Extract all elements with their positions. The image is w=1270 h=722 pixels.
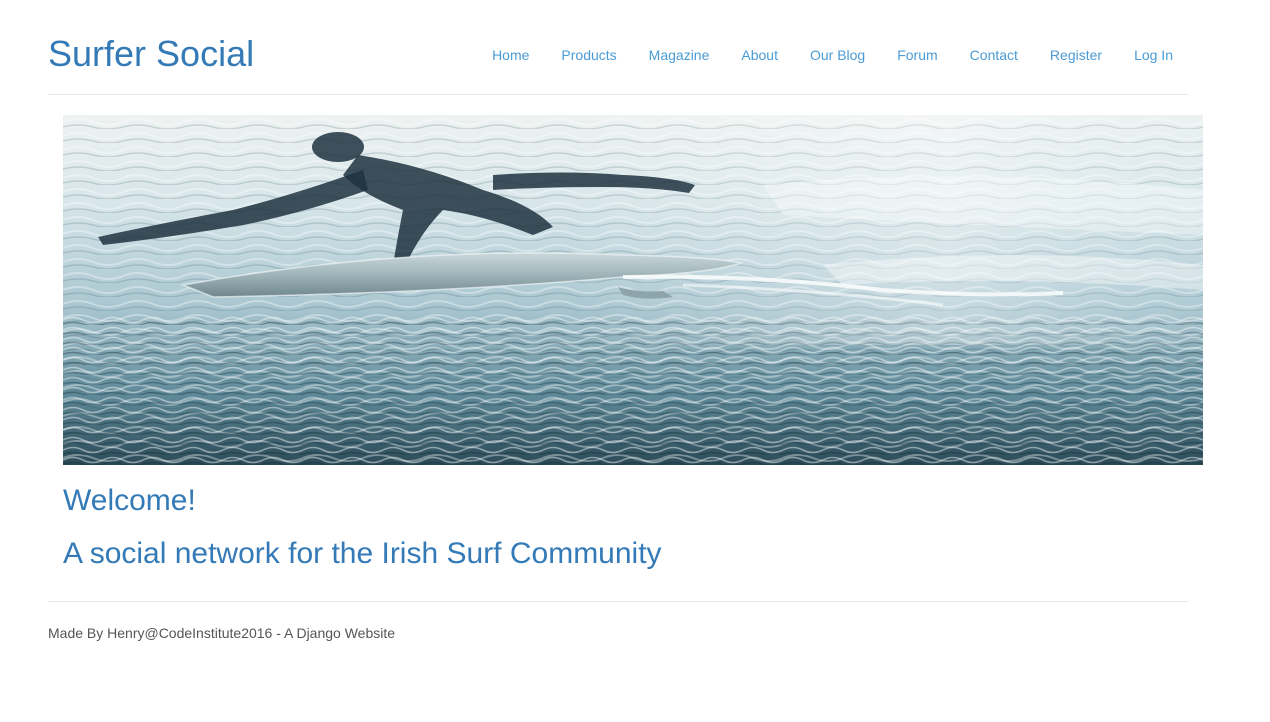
nav-item-magazine: Magazine: [633, 44, 726, 66]
nav-link-login[interactable]: Log In: [1118, 44, 1188, 66]
site-header: Surfer Social Home Products Magazine Abo…: [48, 0, 1188, 95]
nav-link-about[interactable]: About: [725, 44, 794, 66]
site-brand-link[interactable]: Surfer Social: [48, 34, 254, 74]
nav-item-login: Log In: [1118, 44, 1188, 66]
tagline-heading: A social network for the Irish Surf Comm…: [63, 537, 662, 570]
nav-link-products[interactable]: Products: [545, 44, 632, 66]
nav-item-home: Home: [476, 44, 545, 66]
welcome-heading: Welcome!: [63, 484, 196, 517]
footer-credit: Made By Henry@CodeInstitute2016 - A Djan…: [48, 625, 396, 641]
nav-item-blog: Our Blog: [794, 44, 881, 66]
nav-item-products: Products: [545, 44, 632, 66]
hero-banner: [63, 115, 1203, 465]
nav-item-about: About: [725, 44, 794, 66]
nav-item-register: Register: [1034, 44, 1118, 66]
nav-item-contact: Contact: [954, 44, 1034, 66]
nav-link-register[interactable]: Register: [1034, 44, 1118, 66]
hero-surf-image: [63, 115, 1203, 465]
nav-link-magazine[interactable]: Magazine: [633, 44, 726, 66]
site-footer: Made By Henry@CodeInstitute2016 - A Djan…: [48, 601, 1188, 642]
nav-link-forum[interactable]: Forum: [881, 44, 953, 66]
nav-link-contact[interactable]: Contact: [954, 44, 1034, 66]
main-nav: Home Products Magazine About Our Blog Fo…: [476, 44, 1188, 66]
nav-link-blog[interactable]: Our Blog: [794, 44, 881, 66]
nav-item-forum: Forum: [881, 44, 953, 66]
nav-link-home[interactable]: Home: [476, 44, 545, 66]
